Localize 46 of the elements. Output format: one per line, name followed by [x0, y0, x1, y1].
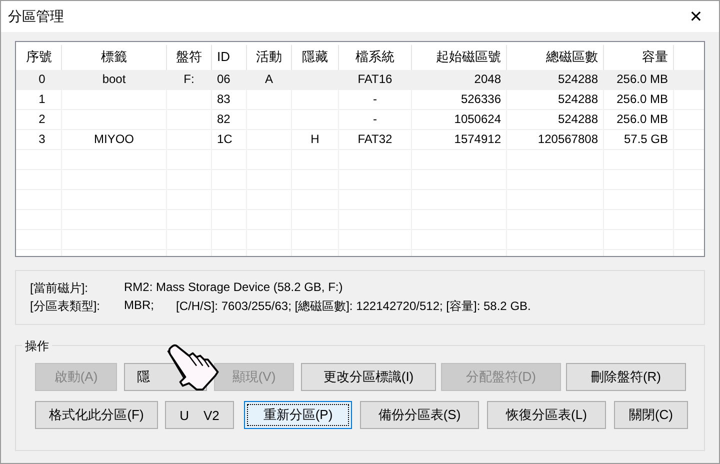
table-cell: A — [264, 72, 273, 86]
info-label: [當前磁片]: — [30, 280, 90, 297]
table-cell: 57.5 GB — [624, 132, 668, 146]
table-cell: 3 — [38, 132, 46, 146]
action-button[interactable]: 重新分區(P) — [244, 401, 352, 429]
table-cell: - — [373, 92, 377, 106]
action-button[interactable]: 刪除盤符(R) — [566, 363, 686, 391]
table-cell: 1574912 — [454, 132, 501, 146]
info-value: MBR; — [124, 298, 155, 314]
hand-cursor-icon — [167, 344, 219, 390]
window-title: 分區管理 — [8, 8, 64, 26]
table-cell: 1050624 — [454, 112, 501, 126]
table-cell: F: — [184, 72, 194, 86]
info-value: RM2: Mass Storage Device (58.2 GB, F:) — [124, 280, 344, 296]
table-cell: 82 — [217, 112, 230, 126]
table-cell: - — [373, 112, 377, 126]
group-title: 操作 — [22, 338, 52, 355]
action-button[interactable]: 格式化此分區(F) — [35, 401, 158, 429]
action-button[interactable]: 更改分區標識(I) — [301, 363, 436, 391]
table-cell: MIYOO — [94, 132, 134, 146]
table-cell: 1C — [217, 132, 232, 146]
table-cell: 06 — [217, 72, 230, 86]
info-label: [分區表類型]: — [30, 298, 102, 315]
table-cell: 2 — [38, 112, 46, 126]
table-cell: 83 — [217, 92, 230, 106]
table-cell: 0 — [38, 72, 46, 86]
table-cell: 1 — [38, 92, 46, 106]
action-button[interactable]: 恢復分區表(L) — [487, 401, 606, 429]
table-cell: FAT32 — [358, 132, 392, 146]
table-cell: 524288 — [558, 72, 598, 86]
action-button[interactable]: 備份分區表(S) — [360, 401, 479, 429]
table-cell: 256.0 MB — [616, 72, 668, 86]
table-cell: 2048 — [474, 72, 501, 86]
table-cell: 526336 — [460, 92, 501, 106]
table-cell: 256.0 MB — [616, 92, 668, 106]
table-cell: 524288 — [558, 112, 598, 126]
table-cell: 120567808 — [538, 132, 598, 146]
info-value: [C/H/S]: 7603/255/63; [總磁區數]: 122142720/512; [容量]: 58.2 GB. — [176, 298, 532, 315]
action-button[interactable]: 關閉(C) — [614, 401, 688, 429]
table-cell: boot — [102, 72, 126, 86]
table-cell: 256.0 MB — [616, 112, 668, 126]
action-button[interactable]: U V2 — [165, 401, 234, 429]
close-button[interactable]: ✕ — [673, 6, 719, 26]
table-cell: 524288 — [558, 92, 598, 106]
table-cell: H — [310, 132, 320, 146]
table-cell: FAT16 — [358, 72, 392, 86]
